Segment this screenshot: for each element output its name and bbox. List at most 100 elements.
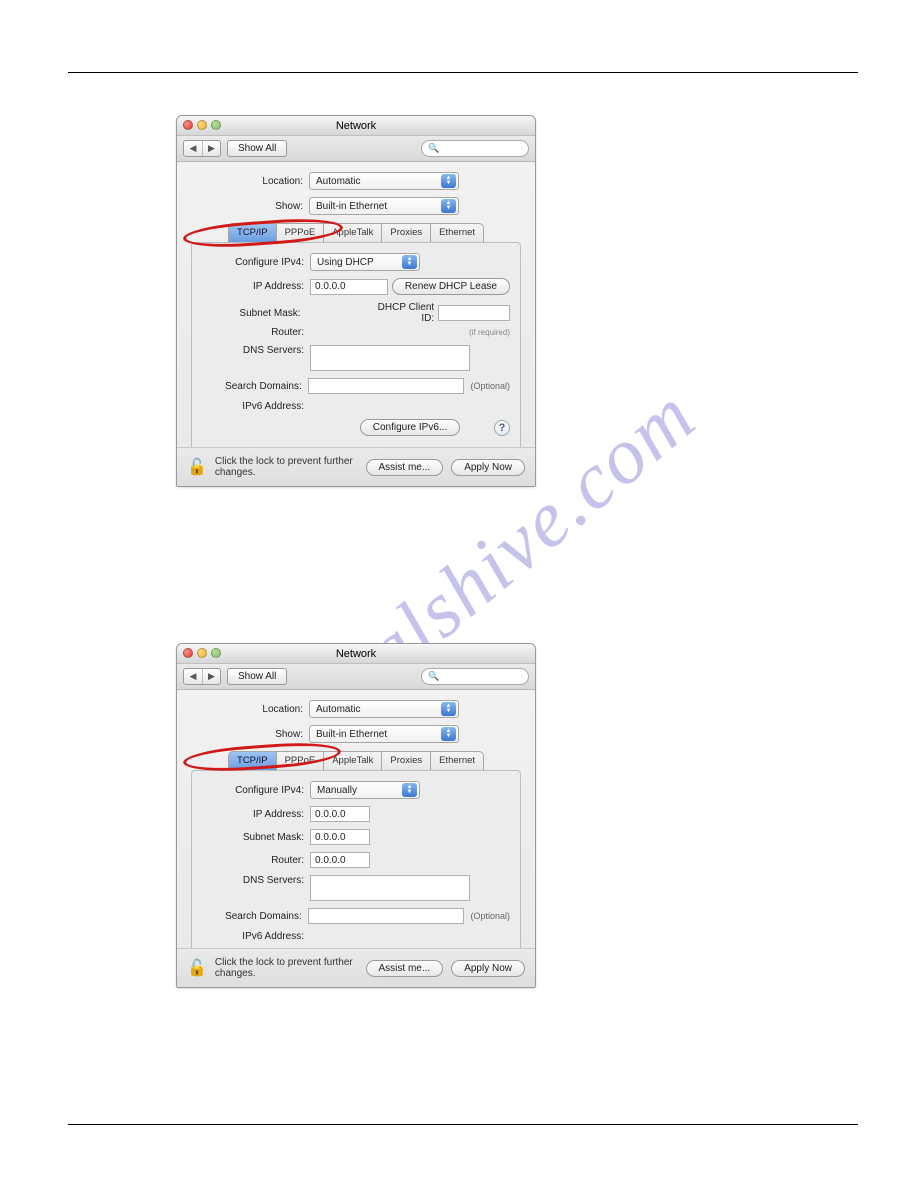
dns-servers-field[interactable] bbox=[310, 875, 470, 901]
toolbar: ◀ ▶ Show All 🔍 bbox=[177, 664, 535, 690]
configure-ipv4-label: Configure IPv4: bbox=[202, 785, 310, 796]
router-label: Router: bbox=[202, 327, 310, 338]
back-icon[interactable]: ◀ bbox=[184, 669, 202, 684]
search-field[interactable]: 🔍 bbox=[421, 140, 529, 157]
show-value: Built-in Ethernet bbox=[316, 201, 387, 212]
minimize-icon[interactable] bbox=[197, 120, 207, 130]
lock-icon[interactable]: 🔓 bbox=[187, 457, 207, 477]
network-panel-dhcp: Network ◀ ▶ Show All 🔍 Location: Automat… bbox=[176, 115, 536, 487]
tab-appletalk[interactable]: AppleTalk bbox=[324, 223, 382, 242]
footer: 🔓 Click the lock to prevent further chan… bbox=[177, 447, 535, 486]
window-title: Network bbox=[336, 648, 376, 660]
tab-pppoe[interactable]: PPPoE bbox=[277, 751, 325, 770]
show-label: Show: bbox=[191, 729, 309, 740]
lock-text: Click the lock to prevent further change… bbox=[215, 957, 358, 979]
tabs: TCP/IP PPPoE AppleTalk Proxies Ethernet bbox=[191, 223, 521, 242]
show-all-button[interactable]: Show All bbox=[227, 140, 287, 157]
select-arrows-icon: ▲▼ bbox=[402, 783, 417, 797]
tcpip-frame: Configure IPv4: Using DHCP ▲▼ IP Address… bbox=[191, 242, 521, 456]
dns-servers-label: DNS Servers: bbox=[202, 345, 310, 356]
select-arrows-icon: ▲▼ bbox=[441, 702, 456, 716]
select-arrows-icon: ▲▼ bbox=[441, 199, 456, 213]
ipv6-address-label: IPv6 Address: bbox=[202, 401, 310, 412]
ip-address-label: IP Address: bbox=[202, 809, 310, 820]
search-domains-label: Search Domains: bbox=[202, 381, 308, 392]
configure-ipv4-value: Using DHCP bbox=[317, 257, 374, 268]
minimize-icon[interactable] bbox=[197, 648, 207, 658]
tab-proxies[interactable]: Proxies bbox=[382, 751, 431, 770]
router-label: Router: bbox=[202, 855, 310, 866]
forward-icon[interactable]: ▶ bbox=[202, 141, 220, 156]
ip-address-field[interactable]: 0.0.0.0 bbox=[310, 806, 370, 822]
forward-icon[interactable]: ▶ bbox=[202, 669, 220, 684]
nav-back-forward[interactable]: ◀ ▶ bbox=[183, 668, 221, 685]
location-select[interactable]: Automatic ▲▼ bbox=[309, 700, 459, 718]
search-field[interactable]: 🔍 bbox=[421, 668, 529, 685]
footer: 🔓 Click the lock to prevent further chan… bbox=[177, 948, 535, 987]
tab-ethernet[interactable]: Ethernet bbox=[431, 751, 484, 770]
traffic-lights bbox=[183, 120, 221, 130]
select-arrows-icon: ▲▼ bbox=[402, 255, 417, 269]
location-value: Automatic bbox=[316, 704, 360, 715]
tab-appletalk[interactable]: AppleTalk bbox=[324, 751, 382, 770]
zoom-icon[interactable] bbox=[211, 648, 221, 658]
tab-tcpip[interactable]: TCP/IP bbox=[228, 223, 277, 242]
nav-back-forward[interactable]: ◀ ▶ bbox=[183, 140, 221, 157]
show-select[interactable]: Built-in Ethernet ▲▼ bbox=[309, 725, 459, 743]
select-arrows-icon: ▲▼ bbox=[441, 174, 456, 188]
if-required-note: (if required) bbox=[469, 328, 510, 337]
toolbar: ◀ ▶ Show All 🔍 bbox=[177, 136, 535, 162]
dhcp-client-id-field[interactable] bbox=[438, 305, 510, 321]
renew-dhcp-button[interactable]: Renew DHCP Lease bbox=[392, 278, 510, 295]
ipv6-address-label: IPv6 Address: bbox=[202, 931, 310, 942]
tab-ethernet[interactable]: Ethernet bbox=[431, 223, 484, 242]
show-value: Built-in Ethernet bbox=[316, 729, 387, 740]
tab-tcpip[interactable]: TCP/IP bbox=[228, 751, 277, 770]
configure-ipv4-label: Configure IPv4: bbox=[202, 257, 310, 268]
close-icon[interactable] bbox=[183, 648, 193, 658]
search-domains-field[interactable] bbox=[308, 378, 465, 394]
apply-now-button[interactable]: Apply Now bbox=[451, 960, 525, 977]
show-select[interactable]: Built-in Ethernet ▲▼ bbox=[309, 197, 459, 215]
tabs: TCP/IP PPPoE AppleTalk Proxies Ethernet bbox=[191, 751, 521, 770]
dhcp-client-id-label: DHCP Client ID: bbox=[365, 302, 439, 324]
search-domains-field[interactable] bbox=[308, 908, 465, 924]
ip-address-label: IP Address: bbox=[202, 281, 310, 292]
dns-servers-label: DNS Servers: bbox=[202, 875, 310, 886]
configure-ipv4-select[interactable]: Using DHCP ▲▼ bbox=[310, 253, 420, 271]
search-icon: 🔍 bbox=[428, 671, 439, 682]
page-rule-top bbox=[68, 72, 858, 73]
titlebar: Network bbox=[177, 644, 535, 664]
show-label: Show: bbox=[191, 201, 309, 212]
search-icon: 🔍 bbox=[428, 143, 439, 154]
subnet-mask-field[interactable]: 0.0.0.0 bbox=[310, 829, 370, 845]
optional-note: (Optional) bbox=[470, 911, 510, 921]
assist-me-button[interactable]: Assist me... bbox=[366, 960, 444, 977]
apply-now-button[interactable]: Apply Now bbox=[451, 459, 525, 476]
help-button[interactable]: ? bbox=[494, 420, 510, 436]
page-rule-bottom bbox=[68, 1124, 858, 1125]
router-field[interactable]: 0.0.0.0 bbox=[310, 852, 370, 868]
back-icon[interactable]: ◀ bbox=[184, 141, 202, 156]
dns-servers-field[interactable] bbox=[310, 345, 470, 371]
assist-me-button[interactable]: Assist me... bbox=[366, 459, 444, 476]
show-all-button[interactable]: Show All bbox=[227, 668, 287, 685]
configure-ipv6-button[interactable]: Configure IPv6... bbox=[360, 419, 460, 436]
network-panel-manual: Network ◀ ▶ Show All 🔍 Location: Automat… bbox=[176, 643, 536, 988]
optional-note: (Optional) bbox=[470, 381, 510, 391]
subnet-mask-label: Subnet Mask: bbox=[202, 832, 310, 843]
location-label: Location: bbox=[191, 176, 309, 187]
location-value: Automatic bbox=[316, 176, 360, 187]
ip-address-value: 0.0.0.0 bbox=[310, 279, 388, 295]
location-label: Location: bbox=[191, 704, 309, 715]
traffic-lights bbox=[183, 648, 221, 658]
lock-icon[interactable]: 🔓 bbox=[187, 958, 207, 978]
tab-proxies[interactable]: Proxies bbox=[382, 223, 431, 242]
lock-text: Click the lock to prevent further change… bbox=[215, 456, 358, 478]
zoom-icon[interactable] bbox=[211, 120, 221, 130]
configure-ipv4-select[interactable]: Manually ▲▼ bbox=[310, 781, 420, 799]
subnet-mask-label: Subnet Mask: bbox=[202, 308, 307, 319]
location-select[interactable]: Automatic ▲▼ bbox=[309, 172, 459, 190]
close-icon[interactable] bbox=[183, 120, 193, 130]
tab-pppoe[interactable]: PPPoE bbox=[277, 223, 325, 242]
